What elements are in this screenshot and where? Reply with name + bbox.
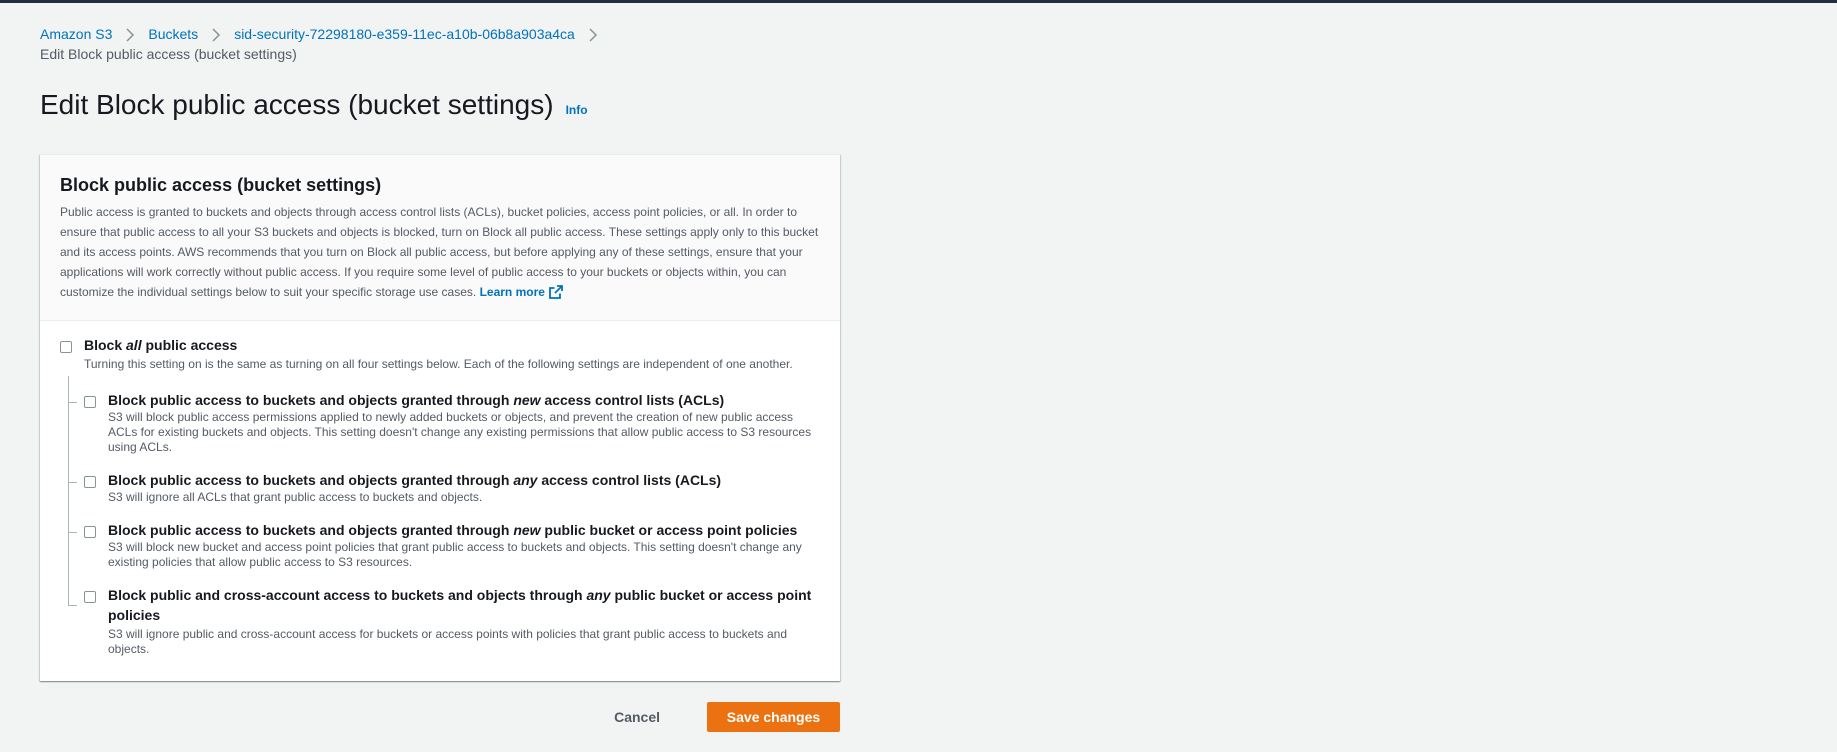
page-header: Edit Block public access (bucket setting… — [40, 89, 588, 121]
block-new-acls-description: S3 will block public access permissions … — [108, 410, 812, 454]
option-title-post: access control lists (ACLs) — [540, 392, 725, 408]
block-all-checkbox[interactable] — [60, 341, 72, 353]
tree-branch — [68, 482, 77, 483]
block-any-policies-checkbox[interactable] — [84, 591, 96, 603]
breadcrumb-amazon-s3[interactable]: Amazon S3 — [40, 24, 112, 44]
cancel-button[interactable]: Cancel — [594, 702, 680, 732]
panel-description-text: Public access is granted to buckets and … — [60, 205, 819, 299]
option-title-em: new — [513, 392, 541, 408]
block-new-policies-description: S3 will block new bucket and access poin… — [108, 540, 802, 569]
option-title-post: access control lists (ACLs) — [537, 472, 722, 488]
panel-header: Block public access (bucket settings) Pu… — [40, 155, 840, 321]
panel-description: Public access is granted to buckets and … — [60, 202, 820, 305]
panel-title: Block public access (bucket settings) — [60, 175, 382, 195]
option-title-em: any — [513, 472, 538, 488]
option-title-post: public bucket or access point policies — [540, 522, 798, 538]
top-bar — [0, 0, 1837, 3]
option-title-pre: Block public access to buckets and objec… — [108, 472, 514, 488]
block-all-title-post: public access — [141, 337, 238, 353]
info-link[interactable]: Info — [566, 103, 588, 117]
breadcrumb-current: Edit Block public access (bucket setting… — [40, 46, 297, 62]
option-title-pre: Block public access to buckets and objec… — [108, 392, 514, 408]
save-changes-button[interactable]: Save changes — [707, 702, 840, 732]
chevron-right-icon — [198, 24, 234, 44]
tree-branch — [68, 605, 77, 606]
learn-more-link[interactable]: Learn more — [480, 285, 563, 299]
option-title-em: any — [586, 587, 611, 603]
option-title-em: new — [513, 522, 541, 538]
block-any-policies-description: S3 will ignore public and cross-account … — [108, 627, 788, 656]
breadcrumb-bucket-name[interactable]: sid-security-72298180-e359-11ec-a10b-06b… — [234, 24, 575, 44]
block-all-title-pre: Block — [84, 337, 127, 353]
block-new-policies-title: Block public access to buckets and objec… — [108, 520, 824, 540]
block-new-acls-checkbox[interactable] — [84, 396, 96, 408]
block-all-description: Turning this setting on is the same as t… — [84, 357, 793, 371]
block-any-acls-title: Block public access to buckets and objec… — [108, 470, 824, 490]
block-all-title: Block all public access — [84, 335, 824, 355]
block-new-acls-title: Block public access to buckets and objec… — [108, 390, 824, 410]
chevron-right-icon — [575, 24, 611, 44]
block-any-acls-description: S3 will ignore all ACLs that grant publi… — [108, 490, 483, 504]
block-any-policies-title: Block public and cross-account access to… — [108, 585, 824, 625]
block-all-title-em: all — [126, 337, 142, 353]
tree-branch — [68, 532, 77, 533]
form-actions: Cancel Save changes — [40, 702, 840, 732]
chevron-right-icon — [112, 24, 148, 44]
breadcrumb-buckets[interactable]: Buckets — [148, 24, 198, 44]
external-link-icon — [549, 285, 563, 305]
learn-more-label: Learn more — [479, 285, 545, 299]
page-title: Edit Block public access (bucket setting… — [40, 89, 554, 120]
option-title-pre: Block public access to buckets and objec… — [108, 522, 514, 538]
block-public-access-panel: Block public access (bucket settings) Pu… — [40, 154, 840, 681]
block-any-acls-checkbox[interactable] — [84, 476, 96, 488]
tree-line — [68, 376, 69, 605]
option-title-pre: Block public and cross-account access to… — [108, 587, 587, 603]
tree-branch — [68, 402, 77, 403]
block-new-policies-checkbox[interactable] — [84, 526, 96, 538]
breadcrumb: Amazon S3 Buckets sid-security-72298180-… — [40, 24, 800, 64]
